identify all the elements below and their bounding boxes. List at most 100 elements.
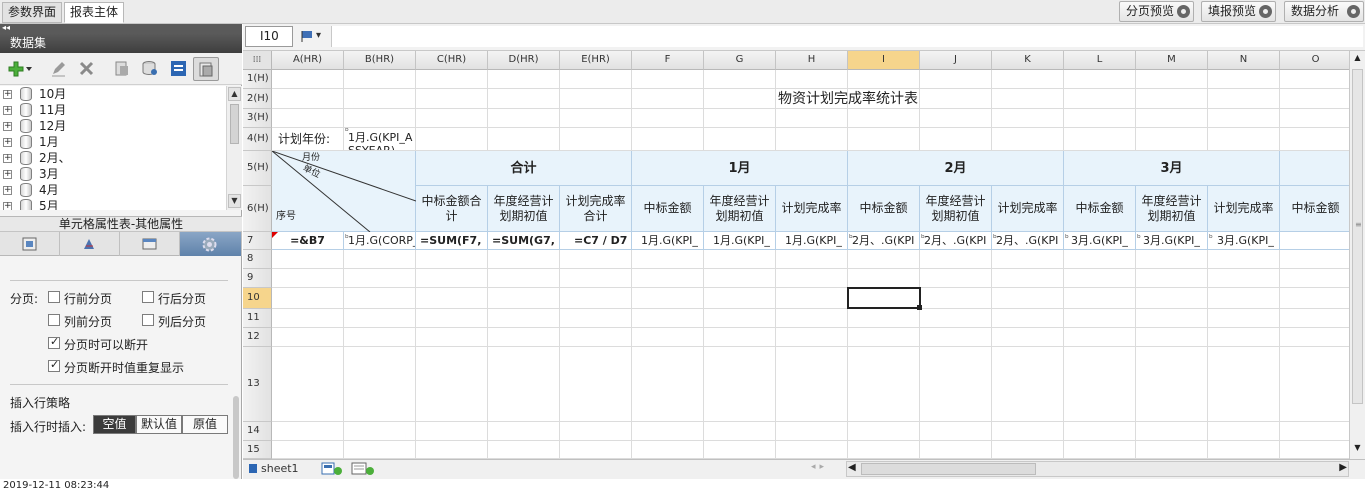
column-header[interactable]: C(HR) [416,51,488,70]
tab-style[interactable] [60,232,120,256]
column-header[interactable]: J [920,51,992,70]
add-polysheet-icon[interactable] [351,462,375,476]
column-header[interactable]: K [992,51,1064,70]
grid-cell[interactable] [344,269,416,288]
grid-cell[interactable] [1064,269,1136,288]
grid-cell[interactable] [1280,328,1349,347]
grid-cell[interactable] [704,269,776,288]
checkbox-row-before[interactable] [48,291,60,303]
grid-cell[interactable] [776,288,848,309]
expand-icon[interactable]: + [3,138,12,147]
grid-cell[interactable] [704,347,776,422]
grid-cell[interactable] [416,441,488,459]
scroll-thumb[interactable] [861,463,1036,475]
row-header[interactable]: 12 [243,328,272,347]
grid-cell[interactable] [1136,70,1208,89]
grid-cell[interactable] [1280,109,1349,128]
grid-cell[interactable] [344,250,416,269]
grid-cell[interactable] [560,288,632,309]
subheader[interactable]: 计划完成率 [1208,186,1280,232]
grid-vertical-scrollbar[interactable]: ▲ ≡ ▼ [1349,51,1365,459]
scroll-up-icon[interactable]: ▲ [1351,53,1364,65]
row-header[interactable]: 5(H) [243,151,272,186]
grid-cell[interactable] [488,128,560,151]
group-header-jan[interactable]: 1月 [632,151,848,186]
grid-cell[interactable] [632,128,704,151]
grid-horizontal-scrollbar[interactable]: ◀ ▶ [846,461,1349,477]
tab-other-props[interactable] [180,232,242,256]
insert-original-option[interactable]: 原值 [182,415,228,434]
data-cell[interactable]: =&B7 [272,232,344,250]
grid-cell[interactable] [560,269,632,288]
grid-cell[interactable] [992,70,1064,89]
tab-widget[interactable] [120,232,180,256]
column-header[interactable]: B(HR) [344,51,416,70]
insert-empty-option[interactable]: 空值 [93,415,136,434]
grid-cell[interactable] [992,309,1064,328]
grid-cell[interactable] [1208,128,1280,151]
grid-cell[interactable] [1064,328,1136,347]
subheader[interactable]: 年度经营计划期初值 [704,186,776,232]
grid-cell[interactable] [488,89,560,109]
add-dataset-icon[interactable] [8,60,32,77]
subheader[interactable]: 中标金额合计 [416,186,488,232]
grid-cell[interactable] [416,309,488,328]
grid-cell[interactable] [488,328,560,347]
expand-icon[interactable]: + [3,122,12,131]
data-cell[interactable] [1280,232,1349,250]
report-title[interactable]: 物资计划完成率统计表 [704,89,992,109]
data-analysis-button[interactable]: 数据分析 [1284,1,1364,22]
grid-cell[interactable] [1064,347,1136,422]
grid-cell[interactable] [1280,422,1349,441]
expand-icon[interactable]: + [3,154,12,163]
data-cell[interactable]: 1月.G(KPI_ [632,232,704,250]
grid-cell[interactable] [1136,441,1208,459]
grid-cell[interactable] [1136,128,1208,151]
grid-cell[interactable] [416,89,488,109]
subheader[interactable]: 中标金额 [1280,186,1349,232]
grid-cell[interactable] [560,309,632,328]
grid-cell[interactable] [920,250,992,269]
grid-cell[interactable] [560,441,632,459]
grid-cell[interactable] [416,269,488,288]
group-header-feb[interactable]: 2月 [848,151,1064,186]
grid-cell[interactable] [776,309,848,328]
grid-cell[interactable] [1064,128,1136,151]
row-header[interactable]: 15 [243,441,272,459]
grid-cell[interactable] [416,250,488,269]
scroll-thumb[interactable] [230,104,239,144]
subheader[interactable]: 计划完成率 [992,186,1064,232]
row-header-selected[interactable]: 10 [243,288,272,309]
grid-cell[interactable] [488,422,560,441]
data-cell[interactable]: 1月.G(KPI_ [776,232,848,250]
grid-cell[interactable] [920,109,992,128]
grid-cell[interactable] [416,128,488,151]
data-cell[interactable]: =SUM(G7, [488,232,560,250]
grid-cell[interactable] [992,347,1064,422]
column-header[interactable]: N [1208,51,1280,70]
grid-cell[interactable] [992,89,1064,109]
subheader[interactable]: 中标金额 [848,186,920,232]
grid-cell[interactable] [488,288,560,309]
data-cell[interactable]: 1月.G(KPI_ [704,232,776,250]
data-cell[interactable]: ᵇ 2月、.G(KPI [848,232,920,250]
grid-cell[interactable] [488,309,560,328]
diagonal-header[interactable]: 月份 单位 序号 [272,151,416,232]
subheader[interactable]: 年度经营计划期初值 [920,186,992,232]
grid-cell[interactable] [776,109,848,128]
grid-cell[interactable] [272,288,344,309]
grid-cell[interactable] [272,89,344,109]
tree-item[interactable]: +2月、 [0,150,226,166]
preview-icon[interactable] [113,60,130,77]
grid-cell[interactable] [416,288,488,309]
select-all-corner[interactable]: ⁞⁞⁞ [243,51,272,70]
insert-default-option[interactable]: 默认值 [136,415,182,434]
column-header[interactable]: M [1136,51,1208,70]
collapse-handle[interactable]: ◂◂ [0,24,242,33]
grid-cell[interactable] [704,422,776,441]
grid-cell[interactable] [1208,328,1280,347]
grid-cell[interactable] [776,70,848,89]
checkbox-row-after[interactable] [142,291,154,303]
grid-cell[interactable] [992,269,1064,288]
grid-cell[interactable] [1280,269,1349,288]
